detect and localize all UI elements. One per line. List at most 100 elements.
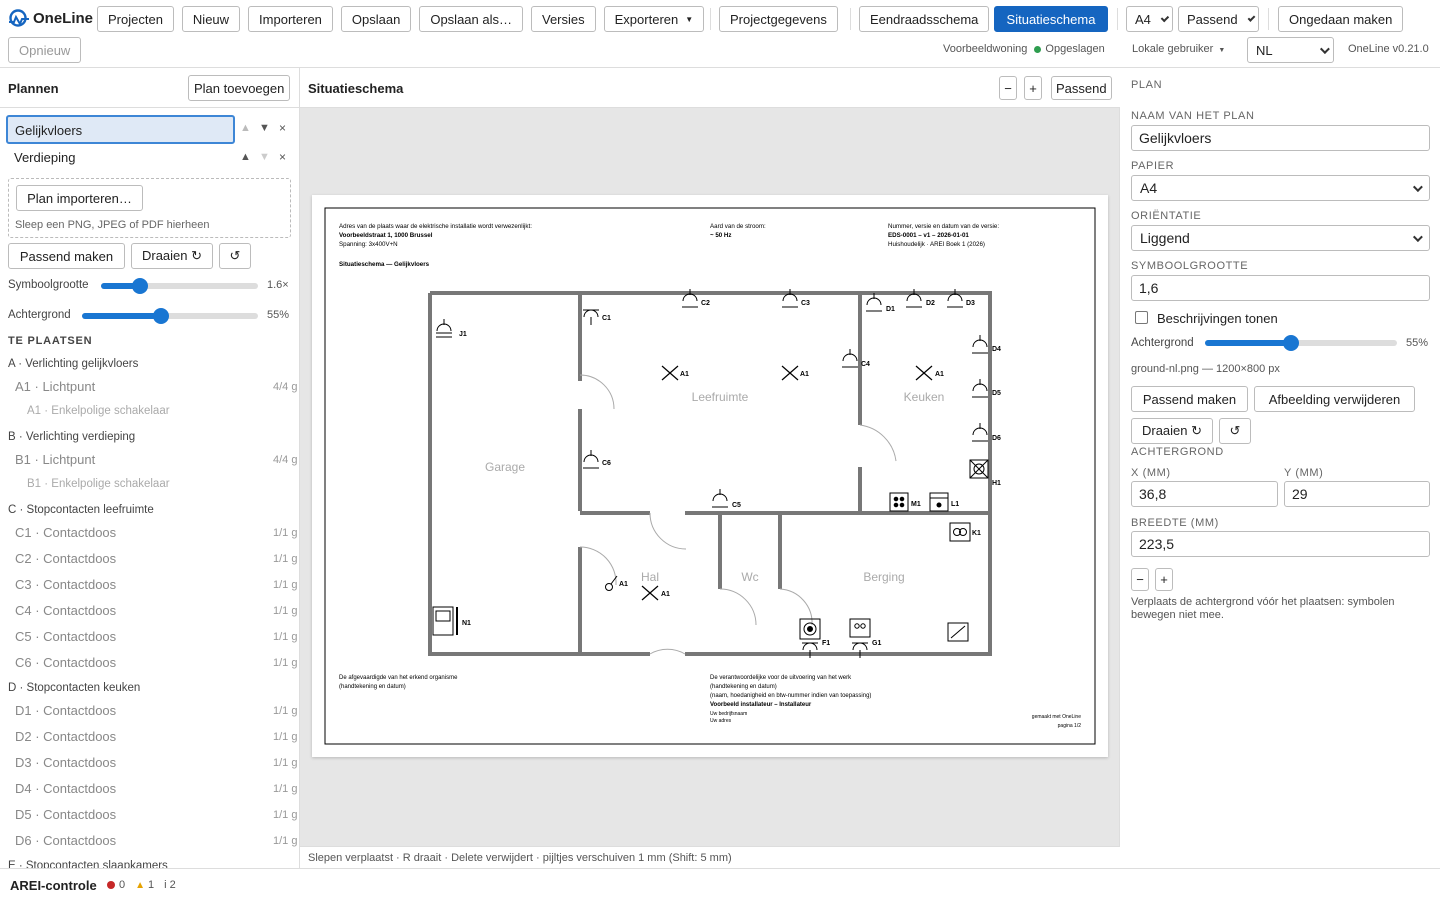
slider-handle[interactable]	[1283, 335, 1300, 351]
name-label: NAAM VAN HET PLAN	[1131, 110, 1255, 122]
footer-left-1: De afgevaardigde van het erkend organism…	[339, 675, 458, 681]
rotate-back-background-button[interactable]: ↺	[1219, 418, 1251, 444]
close-icon[interactable]: ×	[279, 121, 286, 135]
slider-handle[interactable]	[132, 278, 149, 294]
list-item[interactable]: C4 · Contactdoos	[15, 603, 116, 618]
plan-item-gelijkvloers[interactable]: Gelijkvloers	[6, 115, 235, 144]
app-logo[interactable]: OneLine	[8, 8, 93, 28]
symbol-size-input[interactable]: 1,6	[1131, 275, 1430, 301]
rotate-background-button[interactable]: Draaien ↻	[1131, 418, 1213, 444]
rotate-back-button[interactable]: ↺	[219, 243, 251, 269]
list-item[interactable]: D2 · Contactdoos	[15, 729, 116, 744]
list-item[interactable]: D6 · Contactdoos	[15, 833, 116, 848]
current-label: Aard van de stroom:	[710, 223, 766, 230]
label-a1: A1	[661, 591, 670, 598]
symbol-size-slider[interactable]	[101, 278, 258, 294]
import-button[interactable]: Importeren	[248, 6, 333, 32]
plan-drop-zone[interactable]: Plan importeren… Sleep een PNG, JPEG of …	[8, 178, 291, 238]
label-j1: J1	[459, 331, 467, 338]
shrink-button[interactable]: −	[1131, 568, 1149, 591]
appliance-symbols	[432, 459, 989, 642]
socket-icon	[972, 379, 988, 398]
projects-button[interactable]: Projecten	[97, 6, 174, 32]
rotate-button[interactable]: Draaien ↻	[131, 243, 213, 269]
paper-select[interactable]: A4	[1126, 6, 1173, 32]
oven-icon	[929, 492, 949, 512]
list-item[interactable]: C3 · Contactdoos	[15, 577, 116, 592]
list-item[interactable]: B1 · Lichtpunt	[15, 452, 95, 467]
undo-button[interactable]: Ongedaan maken	[1278, 6, 1404, 32]
situation-tab[interactable]: Situatieschema	[994, 6, 1108, 32]
dryer-icon	[849, 618, 871, 638]
slider-fill	[1205, 340, 1292, 346]
list-item[interactable]: C6 · Contactdoos	[15, 655, 116, 670]
item-label: D6 · Contactdoos	[15, 833, 117, 848]
list-item[interactable]: C2 · Contactdoos	[15, 551, 116, 566]
label-c3: C3	[801, 300, 810, 307]
redo-button[interactable]: Opnieuw	[8, 37, 82, 63]
project-name: Voorbeeldwoning	[943, 43, 1028, 55]
fit-view-button[interactable]: Passend	[1051, 76, 1112, 100]
item-count: 1/1 g	[273, 731, 298, 743]
user-menu[interactable]: Lokale gebruiker ▼	[1132, 43, 1225, 55]
list-item[interactable]: C5 · Contactdoos	[15, 629, 116, 644]
move-down-icon[interactable]: ▼	[259, 122, 270, 134]
list-item[interactable]: A1 · Lichtpunt	[15, 379, 95, 394]
situation-drawing[interactable]: Adres van de plaats waar de elektrische …	[312, 195, 1108, 757]
slider-handle[interactable]	[153, 308, 170, 324]
list-item[interactable]: D3 · Contactdoos	[15, 755, 116, 770]
y-input[interactable]: 29	[1284, 481, 1430, 507]
plan-item-verdieping[interactable]: Verdieping	[6, 148, 235, 172]
save-as-button[interactable]: Opslaan als…	[419, 6, 523, 32]
export-button[interactable]: Exporteren ▼	[603, 6, 705, 32]
move-up-icon[interactable]: ▲	[240, 122, 251, 134]
item-count: 1/1 g	[273, 527, 298, 539]
switch-icon	[605, 575, 618, 591]
list-item[interactable]: D1 · Contactdoos	[15, 703, 116, 718]
light-point-icon	[915, 365, 933, 381]
list-item[interactable]: B1 · Enkelpolige schakelaar	[27, 478, 170, 490]
list-item[interactable]: C1 · Contactdoos	[15, 525, 116, 540]
grow-button[interactable]: +	[1155, 568, 1173, 591]
zoom-out-button[interactable]: −	[999, 76, 1017, 100]
caret-down-icon: ▼	[1218, 47, 1226, 54]
orientation-select[interactable]: Liggend	[1131, 225, 1430, 251]
paper-sheet[interactable]: Adres van de plaats waar de elektrische …	[312, 195, 1108, 757]
background-slider[interactable]	[1205, 335, 1397, 351]
remove-image-button[interactable]: Afbeelding verwijderen	[1254, 386, 1415, 412]
single-line-tab[interactable]: Eendraadsschema	[859, 6, 990, 32]
project-data-button[interactable]: Projectgegevens	[719, 6, 838, 32]
fit-select-value: Passend	[1187, 11, 1238, 27]
footer-mid-4: Voorbeeld installateur – Installateur	[710, 702, 812, 708]
move-up-icon[interactable]: ▲	[240, 151, 251, 163]
warning-icon: ▲	[135, 879, 146, 891]
canvas-title: Situatieschema	[308, 81, 404, 96]
paper-select[interactable]: A4	[1131, 175, 1430, 201]
close-icon[interactable]: ×	[279, 150, 286, 164]
add-plan-button[interactable]: Plan toevoegen	[188, 75, 291, 101]
fit-button[interactable]: Passend maken	[8, 243, 125, 269]
list-item[interactable]: A1 · Enkelpolige schakelaar	[27, 405, 170, 417]
versions-button[interactable]: Versies	[531, 6, 596, 32]
width-input[interactable]: 223,5	[1131, 531, 1430, 557]
arei-check-bar[interactable]: AREI-controle 0 ▲ 1 i 2	[0, 868, 1440, 900]
zoom-in-button[interactable]: +	[1024, 76, 1042, 100]
x-input[interactable]: 36,8	[1131, 481, 1278, 507]
list-item[interactable]: D4 · Contactdoos	[15, 781, 116, 796]
plans-header: Plannen Plan toevoegen	[0, 68, 299, 108]
list-item[interactable]: D5 · Contactdoos	[15, 807, 116, 822]
fit-background-button[interactable]: Passend maken	[1131, 386, 1248, 412]
save-button[interactable]: Opslaan	[340, 6, 412, 32]
label-d1: D1	[886, 306, 895, 313]
descriptions-checkbox[interactable]	[1135, 311, 1148, 324]
new-button[interactable]: Nieuw	[181, 6, 241, 32]
fit-select[interactable]: Passend	[1178, 6, 1259, 32]
x-value: 36,8	[1139, 486, 1167, 502]
import-plan-button[interactable]: Plan importeren…	[16, 185, 143, 211]
background-slider[interactable]	[82, 308, 258, 324]
language-select[interactable]: NL	[1247, 37, 1334, 63]
plan-name-input[interactable]: Gelijkvloers	[1131, 125, 1430, 151]
label-f1: F1	[822, 640, 830, 647]
room-wc: Wc	[741, 570, 758, 584]
move-down-icon[interactable]: ▼	[259, 151, 270, 163]
